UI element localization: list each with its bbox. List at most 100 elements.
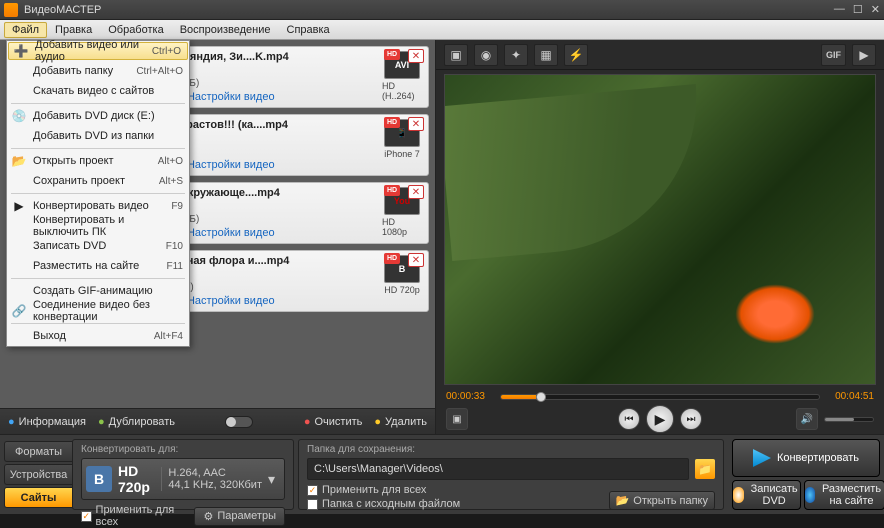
format-section: Конвертировать для: В HD 720p H.264, AAC… <box>72 439 294 510</box>
snapshot-icon[interactable]: ▣ <box>446 408 468 430</box>
remove-file-icon[interactable]: ✕ <box>408 49 424 63</box>
tab-sites[interactable]: Сайты <box>4 487 72 508</box>
titlebar: ВидеоМАСТЕР — ☐ ✕ <box>0 0 884 20</box>
menu-item[interactable]: ➕Добавить видео или аудиоCtrl+O <box>8 42 188 60</box>
tab-formats[interactable]: Форматы <box>4 441 72 462</box>
file-menu-dropdown: ➕Добавить видео или аудиоCtrl+OДобавить … <box>6 40 190 347</box>
output-path-field[interactable]: C:\Users\Manager\Videos\ <box>307 458 689 480</box>
menubar: Файл Правка Обработка Воспроизведение Сп… <box>0 20 884 40</box>
menu-item[interactable]: 🔗Соединение видео без конвертации <box>7 301 189 321</box>
duplicate-button[interactable]: ●Дублировать <box>98 416 175 428</box>
globe-icon <box>805 487 815 503</box>
menu-item[interactable]: Добавить папкуCtrl+Alt+O <box>7 61 189 81</box>
rotate-icon[interactable]: ◉ <box>474 44 498 66</box>
remove-file-icon[interactable]: ✕ <box>408 253 424 267</box>
app-logo-icon <box>4 3 18 17</box>
menu-item-icon: 💿 <box>11 108 27 124</box>
menu-item[interactable]: ВыходAlt+F4 <box>7 326 189 346</box>
menu-item[interactable]: Конвертировать и выключить ПК <box>7 216 189 236</box>
play-icon <box>753 449 771 467</box>
menu-item-icon <box>11 173 27 189</box>
minimize-button[interactable]: — <box>834 3 845 16</box>
remove-file-icon[interactable]: ✕ <box>408 185 424 199</box>
open-folder-button[interactable]: 📂Открыть папку <box>609 491 715 510</box>
list-toolbar: ●Информация ●Дублировать ●Очистить ●Удал… <box>0 408 435 434</box>
hd-badge: HD <box>384 117 400 128</box>
browse-folder-icon[interactable]: 📁 <box>695 459 715 479</box>
menu-help[interactable]: Справка <box>279 22 338 38</box>
maximize-button[interactable]: ☐ <box>853 3 863 16</box>
preview-pane: ▣ ◉ ✦ ▦ ⚡ GIF ▶ 00:00:33 00:04:51 ▣ ⏮ ▶ … <box>436 40 884 434</box>
folder-icon: 📂 <box>616 494 630 507</box>
speed-icon[interactable]: ⚡ <box>564 44 588 66</box>
bottom-panel: Форматы Устройства Сайты Конвертировать … <box>0 434 884 514</box>
gif-button[interactable]: GIF <box>821 44 846 66</box>
app-title: ВидеоМАСТЕР <box>24 4 834 16</box>
preview-toolbar: ▣ ◉ ✦ ▦ ⚡ GIF ▶ <box>436 40 884 70</box>
close-button[interactable]: ✕ <box>871 3 880 16</box>
chevron-down-icon[interactable]: ▾ <box>268 471 280 488</box>
time-total: 00:04:51 <box>828 391 874 402</box>
burn-dvd-button[interactable]: Записать DVD <box>732 480 801 510</box>
settings-link[interactable]: Настройки видео <box>177 227 274 239</box>
menu-edit[interactable]: Правка <box>47 22 100 38</box>
menu-item[interactable]: ▶Конвертировать видеоF9 <box>7 196 189 216</box>
menu-item-icon <box>11 258 27 274</box>
menu-process[interactable]: Обработка <box>100 22 171 38</box>
parameters-button[interactable]: ⚙Параметры <box>194 507 285 526</box>
format-preset[interactable]: В HD 720p H.264, AAC44,1 KHz, 320Кбит ▾ <box>81 458 285 500</box>
source-folder-checkbox[interactable]: Папка с исходным файлом <box>307 498 460 510</box>
settings-link[interactable]: Настройки видео <box>177 295 274 307</box>
menu-item-icon <box>11 63 27 79</box>
crop-icon[interactable]: ▣ <box>444 44 468 66</box>
menu-item-icon: 📂 <box>11 153 27 169</box>
menu-item-icon: ▶ <box>11 198 27 214</box>
menu-item-icon <box>11 128 27 144</box>
time-current: 00:00:33 <box>446 391 492 402</box>
settings-link[interactable]: Настройки видео <box>177 91 274 103</box>
next-button[interactable]: ⏭ <box>680 408 702 430</box>
apply-all-folder-checkbox[interactable]: ✓Применить для всех <box>307 484 460 496</box>
upload-button[interactable]: Разместить на сайте <box>804 480 884 510</box>
seek-bar[interactable] <box>500 394 820 400</box>
apply-all-format-checkbox[interactable]: ✓Применить для всех <box>81 504 194 528</box>
hd-badge: HD <box>384 253 400 264</box>
volume-icon[interactable]: 🔊 <box>796 408 818 430</box>
menu-item-icon <box>11 218 27 234</box>
menu-file[interactable]: Файл <box>4 22 47 38</box>
prev-button[interactable]: ⏮ <box>618 408 640 430</box>
text-icon[interactable]: ▦ <box>534 44 558 66</box>
menu-item[interactable]: Разместить на сайтеF11 <box>7 256 189 276</box>
menu-item[interactable]: Записать DVDF10 <box>7 236 189 256</box>
clear-button[interactable]: ●Очистить <box>304 416 363 428</box>
menu-item-icon <box>11 283 27 299</box>
tab-devices[interactable]: Устройства <box>4 464 72 485</box>
menu-item[interactable]: Скачать видео с сайтов <box>7 81 189 101</box>
video-preview[interactable] <box>444 74 876 385</box>
vk-icon: В <box>86 466 112 492</box>
view-toggle[interactable] <box>225 416 253 428</box>
play-button[interactable]: ▶ <box>646 405 674 433</box>
menu-item-icon <box>11 83 27 99</box>
effects-icon[interactable]: ✦ <box>504 44 528 66</box>
menu-item-icon: ➕ <box>13 43 29 59</box>
settings-link[interactable]: Настройки видео <box>177 159 274 171</box>
menu-item-icon <box>11 328 27 344</box>
screenshot-icon[interactable]: ▶ <box>852 44 876 66</box>
menu-item[interactable]: 📂Открыть проектAlt+O <box>7 151 189 171</box>
menu-item-icon: 🔗 <box>11 303 27 319</box>
action-section: Конвертировать Записать DVD Разместить н… <box>728 435 884 514</box>
menu-playback[interactable]: Воспроизведение <box>172 22 279 38</box>
delete-button[interactable]: ●Удалить <box>374 416 427 428</box>
hd-badge: HD <box>384 185 400 196</box>
menu-item[interactable]: 💿Добавить DVD диск (E:) <box>7 106 189 126</box>
menu-item[interactable]: Добавить DVD из папки <box>7 126 189 146</box>
menu-item[interactable]: Сохранить проектAlt+S <box>7 171 189 191</box>
remove-file-icon[interactable]: ✕ <box>408 117 424 131</box>
info-button[interactable]: ●Информация <box>8 416 86 428</box>
convert-button[interactable]: Конвертировать <box>732 439 880 477</box>
gear-icon: ⚙ <box>203 510 213 523</box>
menu-item[interactable]: Создать GIF-анимацию <box>7 281 189 301</box>
volume-slider[interactable] <box>824 417 874 422</box>
hd-badge: HD <box>384 49 400 60</box>
